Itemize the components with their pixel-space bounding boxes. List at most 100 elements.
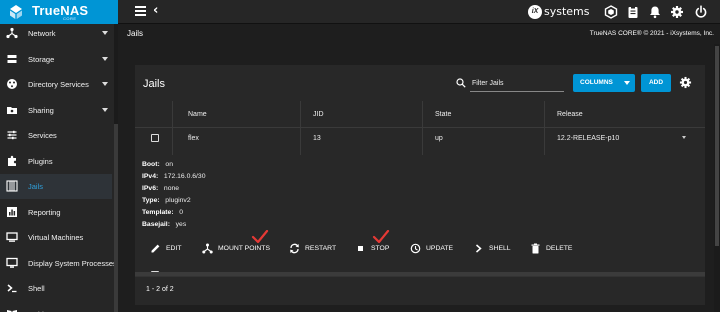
detail-boot: Boot: on (142, 161, 173, 168)
task-manager-icon[interactable] (626, 5, 640, 19)
sidebar-item-sharing[interactable]: Sharing (0, 98, 112, 123)
table-settings-gear-icon[interactable] (679, 76, 692, 89)
page-header: Jails TrueNAS CORE® © 2021 - iXsystems, … (118, 24, 720, 44)
directory-services-icon (7, 79, 17, 89)
plugins-icon (8, 155, 16, 166)
sidebar-item-plugins[interactable]: Plugins (0, 149, 112, 174)
cell-state: up (435, 135, 443, 142)
settings-gear-icon[interactable] (670, 5, 684, 19)
ixsystems-mark: iX (528, 5, 542, 19)
sidebar-item-label: Plugins (28, 157, 53, 166)
sidebar-item-display-system-processes[interactable]: Display System Processes (0, 251, 117, 276)
copyright-text: TrueNAS CORE® © 2021 - iXsystems, Inc. (589, 30, 714, 37)
stop-icon (358, 246, 363, 251)
brand-name: TrueNAS (32, 3, 89, 18)
jails-card: Jails Filter Jails COLUMNS ADD Name JID … (135, 65, 705, 305)
services-icon (7, 130, 17, 140)
column-header-state[interactable]: State (435, 111, 451, 118)
truenas-logo[interactable]: TrueNAS CORE (0, 0, 118, 24)
sidebar-item-label: Display System Processes (28, 259, 117, 268)
sidebar-item-network[interactable]: Network (0, 24, 112, 46)
storage-icon (7, 55, 17, 63)
table-row[interactable]: flex 13 up 12.2-RELEASE-p10 (135, 128, 705, 155)
chevron-down-icon (624, 81, 630, 85)
search-icon (456, 78, 466, 88)
column-header-name[interactable]: Name (188, 111, 207, 118)
guide-icon (7, 310, 17, 312)
sidebar-item-label: Shell (28, 284, 45, 293)
restart-label: RESTART (305, 245, 337, 252)
breadcrumb[interactable]: Jails (127, 29, 143, 38)
columns-button-label: COLUMNS (580, 79, 613, 86)
chevron-down-icon (102, 57, 108, 61)
sidebar-scrollbar[interactable] (114, 24, 118, 312)
sidebar-item-label: Services (28, 131, 57, 140)
main-scrollbar[interactable] (714, 44, 720, 312)
top-bar: TrueNAS CORE ‹ iX systems (0, 0, 720, 24)
jails-icon (6, 180, 18, 192)
pagination-range: 1 - 2 of 2 (146, 286, 174, 293)
chevron-left-icon[interactable]: ‹ (153, 3, 158, 18)
sidebar-item-label: Virtual Machines (28, 233, 84, 242)
cell-jid: 13 (313, 135, 321, 142)
chevron-down-icon (102, 31, 108, 35)
chevron-down-icon (102, 82, 108, 86)
trash-icon (531, 243, 540, 254)
row-actions: EDIT MOUNT POINTS RESTART STOP UPDATE SH… (135, 237, 705, 259)
sidebar-item-guide[interactable]: Guide (0, 302, 112, 312)
sidebar-item-reporting[interactable]: Reporting (0, 200, 112, 225)
cell-name: flex (188, 135, 199, 142)
card-title: Jails (143, 78, 166, 90)
shell-label: SHELL (489, 245, 511, 252)
notifications-bell-icon[interactable] (648, 5, 662, 19)
display-system-processes-icon (6, 257, 18, 268)
table-header-row: Name JID State Release (135, 101, 705, 128)
pencil-icon (151, 244, 160, 253)
detail-ipv4: IPv4: 172.16.0.6/30 (142, 173, 206, 180)
columns-button[interactable]: COLUMNS (573, 74, 635, 92)
filter-jails-input[interactable]: Filter Jails (472, 80, 504, 87)
power-icon[interactable] (694, 5, 708, 19)
column-header-release[interactable]: Release (557, 111, 583, 118)
brand-edition: CORE (63, 16, 77, 21)
sharing-icon (7, 107, 17, 114)
row-select-checkbox[interactable] (151, 134, 159, 142)
menu-toggle-icon[interactable] (135, 6, 146, 18)
detail-basejail: Basejail: yes (142, 221, 187, 228)
filter-input-underline (470, 91, 564, 92)
reporting-icon (7, 207, 17, 217)
mount-points-icon (202, 243, 213, 254)
shell-icon (7, 284, 17, 293)
update-history-icon (410, 243, 421, 254)
truenas-logo-icon (10, 5, 22, 19)
sidebar-item-storage[interactable]: Storage (0, 47, 112, 72)
sidebar-item-label: Sharing (28, 106, 54, 115)
delete-label: DELETE (546, 245, 573, 252)
sidebar-item-label: Storage (28, 55, 55, 64)
sidebar-item-directory-services[interactable]: Directory Services (0, 72, 112, 97)
mount-points-label: MOUNT POINTS (218, 245, 270, 252)
sidebar-item-shell[interactable]: Shell (0, 276, 112, 301)
detail-type: Type: pluginv2 (142, 197, 191, 204)
sidebar-item-label: Directory Services (28, 80, 89, 89)
stop-label: STOP (371, 245, 390, 252)
ixsystems-wordmark: systems (544, 5, 590, 18)
sidebar-scrollbar-thumb[interactable] (114, 124, 118, 312)
chevron-down-icon (102, 108, 108, 112)
edit-label: EDIT (166, 245, 182, 252)
truecommand-icon[interactable] (604, 5, 618, 19)
sidebar-item-services[interactable]: Services (0, 123, 112, 148)
chevron-right-icon (476, 244, 482, 253)
restart-icon (290, 243, 299, 254)
column-header-jid[interactable]: JID (313, 111, 324, 118)
sidebar-item-virtual-machines[interactable]: Virtual Machines (0, 225, 112, 250)
virtual-machines-icon (6, 232, 18, 242)
detail-template: Template: 0 (142, 209, 184, 216)
add-button[interactable]: ADD (641, 74, 671, 92)
network-icon (6, 27, 18, 39)
main-scrollbar-thumb[interactable] (715, 46, 719, 246)
expand-row-chevron-icon[interactable] (682, 136, 686, 139)
sidebar: Network Storage Directory Services Sharing S… (0, 24, 118, 312)
sidebar-item-jails[interactable]: Jails (0, 174, 112, 199)
update-label: UPDATE (426, 245, 454, 252)
